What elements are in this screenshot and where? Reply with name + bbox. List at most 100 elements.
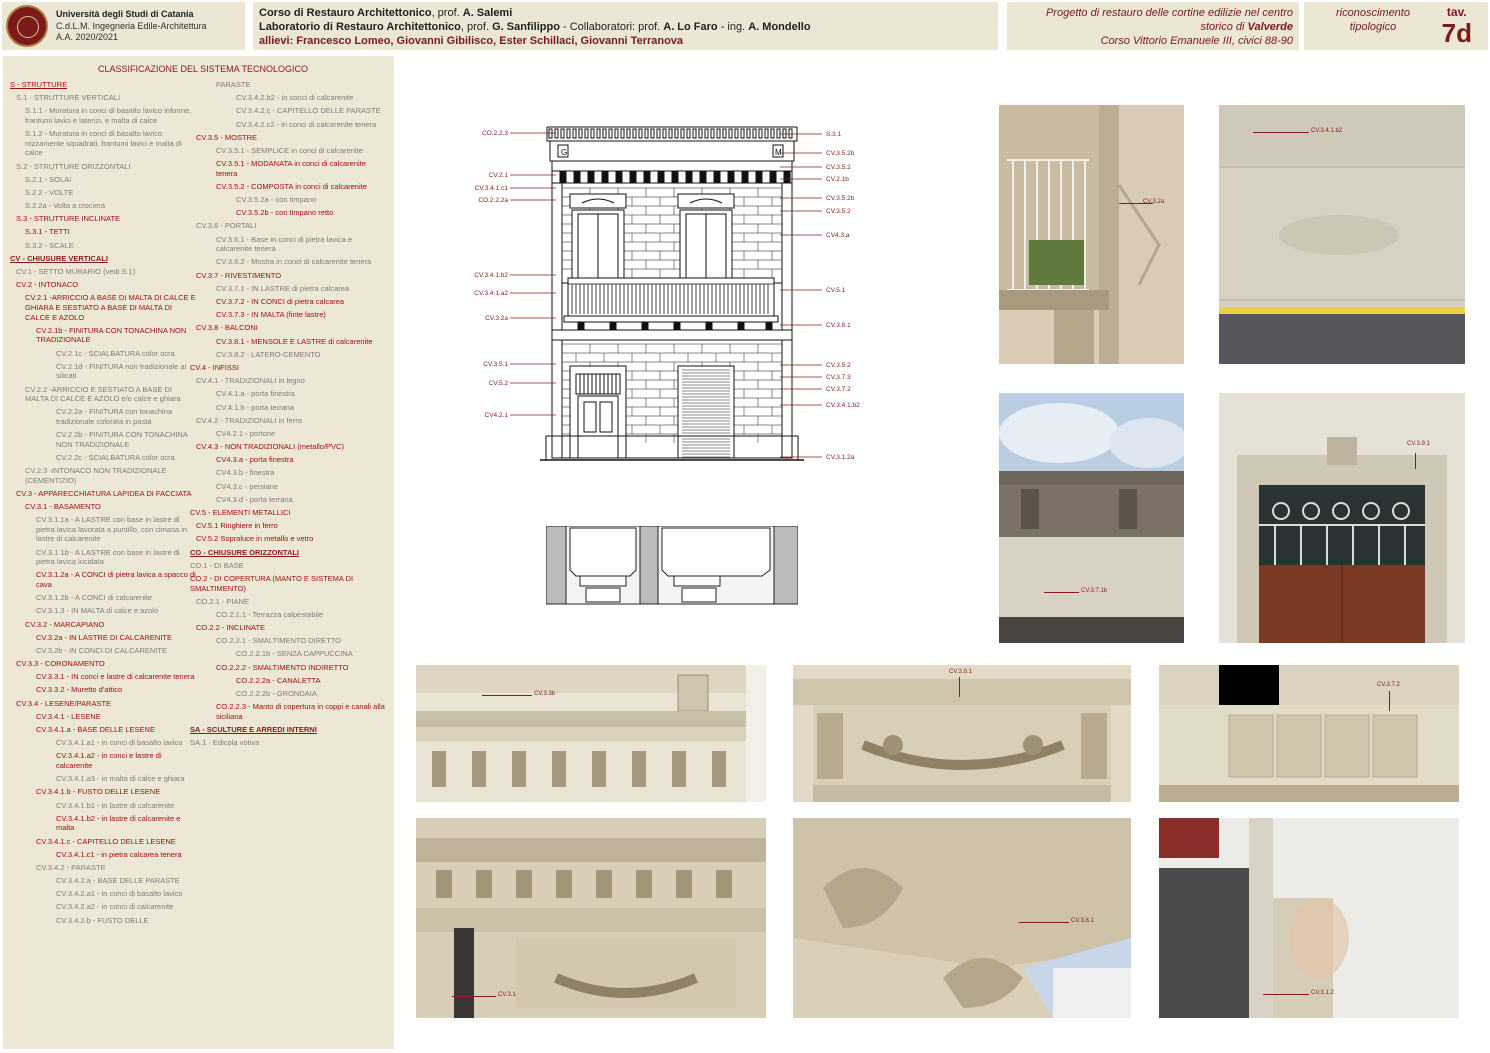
classification-item: CV.5.1 Ringhiere in ferro — [196, 521, 278, 531]
photo-tag: CV.3.9.1 — [949, 669, 972, 675]
classification-item: CV.3.4.1.b1 - in lastre di calcarenite — [56, 800, 175, 810]
header-project-box: Progetto di restauro delle cortine edili… — [1007, 2, 1299, 50]
classification-item: S.3.1 - TETTI — [25, 227, 70, 237]
classification-item: CV.3.5.1 - SEMPLICE in conci di calcaren… — [216, 145, 363, 155]
classification-item: S.3 - STRUTTURE INCLINATE — [16, 214, 121, 224]
classification-item: CV4.3.a - porta finestra — [216, 455, 294, 465]
classification-column-1: S - STRUTTURE S.1 - STRUTTURE VERTICALI S.… — [10, 80, 197, 929]
modillion — [769, 170, 777, 184]
lab-prof-prefix: , prof. — [460, 21, 493, 33]
classification-item: CV.3 - APPARECCHIATURA LAPIDEA DI FACCIA… — [16, 488, 192, 498]
classification-item: CV.3.4.2.b - FUSTO DELLE — [56, 915, 149, 925]
classification-item: CO.2.1 - PIANE — [196, 596, 249, 606]
classification-item: CV.2.1b - FINITURA CON TONACHINA NON TRA… — [36, 325, 187, 345]
tag-line — [1019, 922, 1069, 923]
classification-item: S.2.1 - SOLAI — [25, 174, 72, 184]
dentil — [746, 128, 751, 139]
classification-item: CV.3.4.1.c - CAPITELLO DELLE LESENE — [36, 836, 176, 846]
classification-item: CV.3.4.1 - LESENE — [36, 711, 101, 721]
classification-item: CV.3.8.2 - LATERO-CEMENTO — [216, 349, 321, 359]
modillion — [587, 170, 595, 184]
dentil — [698, 128, 703, 139]
classification-item: CV.3.3 - CORONAMENTO — [16, 659, 105, 669]
photo-tag: CV.3.3b — [534, 691, 556, 697]
classification-item: SA.1 - Edicola votiva — [190, 738, 260, 748]
classification-item: CV.2.2b - FINITURA CON TONACHINA NON TRA… — [56, 430, 188, 449]
dentil — [590, 128, 595, 139]
header-logo-box: Università degli Studi di Catania C.d.L.… — [2, 2, 245, 50]
classification-item: CV.2.3 -INTONACO NON TRADIZIONALE (CEMEN… — [25, 466, 167, 485]
classification-item: CV.4.1 - TRADIZIONALI in legno — [196, 376, 305, 386]
classification-item: CV.2.2 -ARRICCIO E SESTIATO A BASE DI MA… — [25, 384, 181, 404]
project-address: Corso Vittorio Emanuele III, civici 88-9… — [1100, 35, 1293, 47]
classification-item: CV.4.3 - NON TRADIZIONALI (metallo/PVC) — [196, 442, 344, 452]
classification-item: CV.3.7.1 - IN LASTRE di pietra calcarea — [216, 283, 350, 293]
photo-balcony-bracket: CV.3.8.1 — [793, 818, 1131, 1018]
project-town: Valverde — [1247, 21, 1293, 33]
classification-item: S.2 - STRUTTURE ORIZZONTALI — [16, 161, 131, 171]
tag-line — [452, 996, 496, 997]
modillion — [573, 170, 581, 184]
plan-window-left — [569, 527, 637, 577]
callout-label-right: CV.3.7.3 — [826, 374, 851, 381]
classification-item: CO.2.2 - INCLINATE — [196, 623, 266, 633]
classification-item: CO.2.1.1 - Terrazza calpestabile — [216, 609, 323, 619]
dentil — [554, 128, 559, 139]
collab-2: A. Mondello — [748, 21, 811, 33]
classification-item: CV.3.2 - MARCAPIANO — [25, 619, 105, 629]
classification-item: CV.1 - SETTO MURARIO (vedi S.1) — [16, 267, 136, 277]
course-info: Corso di Restauro Architettonico, prof. … — [259, 6, 811, 48]
callout-label-left: CV.2.1 — [489, 172, 509, 179]
string-course — [551, 329, 793, 341]
dentil — [704, 128, 709, 139]
modillion — [685, 170, 693, 184]
modillion — [629, 170, 637, 184]
dentil — [584, 128, 589, 139]
students-label: allievi: — [259, 35, 297, 47]
dentil — [614, 128, 619, 139]
classification-item: CO.2.2.1b - SENZA CAPPUCCINA — [236, 649, 353, 659]
classification-item: CO.2.2.3 - Manto di copertura in coppi e… — [216, 702, 385, 721]
dentil — [722, 128, 727, 139]
window-pediment-right — [677, 193, 735, 209]
header-table-box: riconoscimento tipologico tav. 7d — [1304, 2, 1488, 50]
classification-item: S.2.2 - VOLTE — [25, 187, 74, 197]
window-pediment-left — [569, 193, 627, 209]
plan-window-right — [661, 527, 771, 577]
callout-label-left: CO.2.2.3 — [482, 130, 508, 137]
classification-item: CV.2.1d - FINITURA non tradizionale ai s… — [56, 361, 187, 381]
classification-item: PARASTE — [216, 80, 251, 89]
classification-item: CV4.3.d - porta terrana — [216, 494, 293, 504]
classification-item: CV.3.6.1 - Base in conci di pietra lavic… — [216, 234, 353, 254]
classification-item: S.3.2 - SCALE — [25, 240, 74, 250]
classification-item: CV.3.4.2.b2 - in conci di calcarenite — [236, 93, 354, 103]
modillion — [615, 170, 623, 184]
classification-item: CV.3.4.1.b2 - in lastre di calcarenite e… — [56, 813, 181, 833]
photo-tag: CV.3.1 — [498, 992, 516, 998]
balcony-bracket — [765, 321, 773, 331]
collab-sep: - ing. — [717, 21, 749, 33]
dentil — [662, 128, 667, 139]
dentil — [620, 128, 625, 139]
dentil — [716, 128, 721, 139]
university-name: Università degli Studi di Catania — [56, 9, 194, 19]
classification-item: CO.2.2.2 - SMALTIMENTO INDIRETTO — [216, 662, 349, 672]
classification-item: CV.3.1.2a - A CONCI di pietra lavica a s… — [36, 570, 196, 589]
program-name: C.d.L.M. Ingegneria Edile-Architettura — [56, 20, 207, 31]
callout-label-right: CV.3.5.2b — [826, 195, 855, 202]
modillion — [559, 170, 567, 184]
balcony-bracket — [673, 321, 681, 331]
classification-item: CO.1 - DI BASE — [190, 560, 244, 570]
balcony-bracket — [641, 321, 649, 331]
classification-item: CV.4.1.a - porta finestra — [216, 389, 295, 399]
classification-item: CV4.3.b - finestra — [216, 468, 275, 478]
callout-label-right: CV4.3.a — [826, 232, 850, 239]
course-prof: A. Salemi — [462, 7, 513, 19]
classification-item: CV4.3.c - persiane — [216, 481, 279, 491]
balcony-bracket — [705, 321, 713, 331]
callout-label-left: CV.3.4.1.a2 — [474, 290, 508, 297]
tag-line — [482, 695, 532, 696]
dentil — [680, 128, 685, 139]
classification-item: CV.3.4.1.a1 - in conci di basalto lavico — [56, 738, 183, 748]
dentil — [668, 128, 673, 139]
